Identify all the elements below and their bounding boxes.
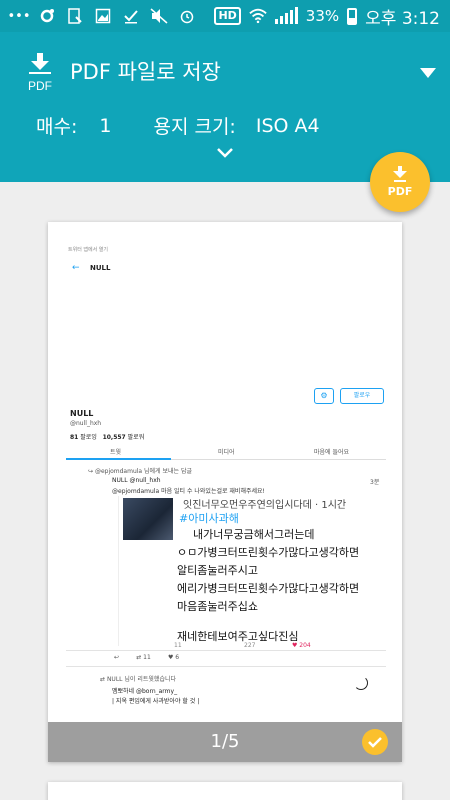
image-reply-count: 11: [174, 642, 182, 649]
page-footer: 1/5: [48, 722, 402, 762]
follow-label: 팔로우: [353, 392, 371, 399]
tab-tweets: 트윗: [110, 449, 122, 456]
tab-media: 미디어: [218, 449, 235, 456]
back-arrow-icon: ←: [72, 263, 80, 273]
tab-likes: 마음에 들어요: [314, 449, 350, 456]
open-in-app-caption: 트위터 앱에서 열기: [68, 247, 108, 253]
image-hashtag: #아미사과해: [179, 512, 239, 525]
profile-stats: 81 팔로잉 10,557 팔로워: [70, 432, 144, 441]
nav-title: NULL: [90, 264, 111, 272]
followers-label: 팔로워: [127, 434, 145, 441]
reply-context: ↪ @epjomdamula 님에게 보내는 답글: [88, 468, 192, 475]
copies-value: 1: [99, 114, 112, 137]
retweet-text: | 지옥 편임에게 사과받아야 할 것 |: [112, 698, 200, 705]
download-icon: [66, 8, 84, 24]
gallery-icon: [94, 8, 112, 24]
next-page-preview[interactable]: [48, 782, 402, 800]
quoted-screenshot: 잇진너무오먼우주연의입시다데 · 1시간 #아미사과해 내가너무궁금해서그러는데…: [118, 496, 386, 646]
done-icon: [122, 8, 140, 24]
following-label: 팔로잉: [80, 434, 97, 441]
svg-text:PDF: PDF: [28, 79, 52, 93]
alarm-icon: [178, 8, 196, 24]
page-counter: 1/5: [210, 731, 240, 752]
tweet-text: @epjomdamula 마음 일티 수 나와있는걸로 재비해주세요!: [112, 488, 265, 495]
following-count: 81: [70, 434, 79, 441]
more-notifications-icon: •••: [7, 8, 31, 24]
battery-icon: [347, 7, 358, 25]
destination-dropdown-icon[interactable]: [420, 68, 436, 78]
mute-icon: [150, 8, 168, 24]
save-pdf-label: PDF: [387, 185, 413, 198]
profile-name: NULL: [70, 409, 94, 418]
retweet-author: 멤뽀하네 @born_army_: [112, 688, 178, 695]
like-count: 6: [175, 654, 180, 661]
image-line: 마음좀눌러주십쇼: [177, 600, 258, 613]
paper-size-value: ISO A4: [255, 114, 320, 137]
print-summary: 매수: 1 용지 크기: ISO A4: [36, 112, 320, 139]
image-line: 잇진너무오먼우주연의입시다데 · 1시간: [183, 500, 347, 511]
tweet-author: NULL @null_hxh: [112, 477, 161, 484]
save-pdf-button[interactable]: PDF: [370, 152, 430, 212]
profile-tabs: 트윗 미디어 마음에 들어요: [66, 444, 386, 460]
tweet-actions: ↩ ⇄ 11 ♥ 6: [114, 654, 180, 661]
image-line: 알티좀눌러주시고: [177, 564, 258, 577]
clock: 오후 3:12: [365, 8, 440, 29]
paper-size-label: 용지 크기:: [153, 116, 236, 138]
image-like-count: ♥ 204: [292, 642, 311, 649]
sync-icon: [38, 8, 56, 24]
divider: [66, 666, 386, 667]
follow-button: 팔로우: [340, 388, 384, 404]
tweet-time: 3분: [370, 479, 380, 486]
page-selected-check-icon[interactable]: [362, 729, 388, 755]
image-line: 에리가병크터뜨린횟수가많다고생각하면: [177, 582, 360, 595]
retweet-count: 11: [143, 654, 151, 661]
download-arrow-icon: [393, 166, 407, 182]
followers-count: 10,557: [102, 434, 126, 441]
hd-voice-icon: HD: [214, 7, 241, 25]
status-bar: ••• HD 33% 오후 3:12: [0, 0, 450, 32]
signal-icon: [274, 7, 298, 24]
battery-percent: 33%: [305, 7, 340, 25]
pdf-download-icon: PDF: [28, 53, 52, 93]
profile-handle: @null_hxh: [70, 420, 102, 427]
copies-label: 매수:: [36, 116, 78, 138]
active-tab-indicator: [66, 458, 171, 460]
image-retweet-count: 227: [244, 642, 256, 649]
divider: [66, 650, 386, 651]
loading-spinner-icon: [354, 676, 368, 690]
expand-options-chevron-icon[interactable]: [215, 145, 235, 161]
retweet-note: ⇄ NULL 님이 리트윗했습니다: [100, 676, 176, 683]
image-line: 재네한테보여주고싶다진심: [177, 630, 299, 643]
destination-title[interactable]: PDF 파일로 저장: [70, 56, 221, 86]
settings-gear-icon: ⚙: [314, 388, 334, 404]
wifi-icon: [249, 8, 267, 24]
image-line: ㅇㅁ가병크터뜨린횟수가많다고생각하면: [177, 546, 360, 559]
page-preview[interactable]: 트위터 앱에서 열기 ← NULL ⚙ 팔로우 NULL @null_hxh 8…: [48, 222, 402, 762]
image-line: 내가너무궁금해서그러는데: [193, 528, 315, 541]
group-photo-thumbnail: [123, 498, 173, 540]
